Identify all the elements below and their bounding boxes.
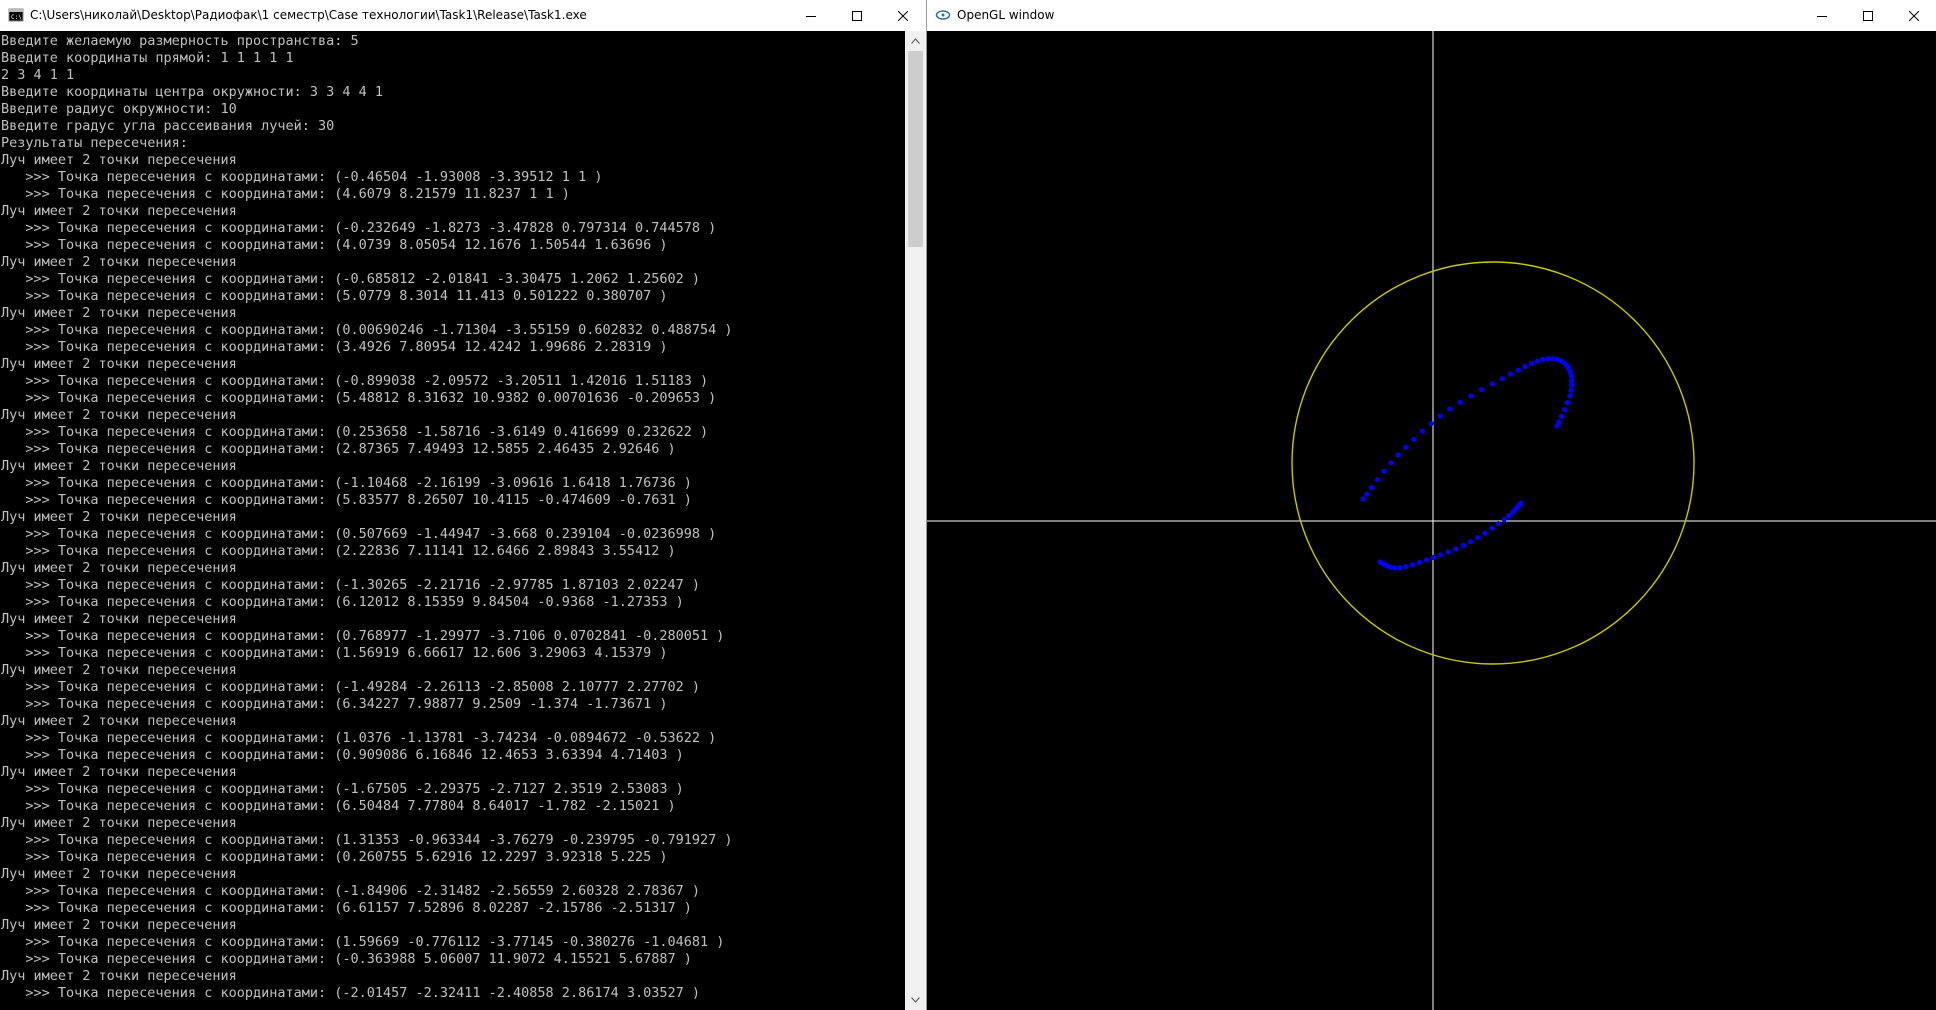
intersection-point xyxy=(1445,549,1451,555)
intersection-point xyxy=(1482,530,1488,536)
intersection-point xyxy=(1419,428,1425,434)
intersection-point xyxy=(1522,363,1528,370)
intersection-points xyxy=(1360,356,1575,571)
intersection-point xyxy=(1460,542,1466,548)
intersection-point xyxy=(1403,444,1409,450)
intersection-point xyxy=(1567,393,1573,399)
intersection-point xyxy=(1475,535,1481,541)
intersection-point xyxy=(1569,377,1575,383)
intersection-point xyxy=(1561,407,1568,413)
intersection-point xyxy=(1360,496,1366,502)
intersection-point xyxy=(1397,565,1403,571)
console-window: C:\ C:\Users\николай\Desktop\Радиофак\1 … xyxy=(0,0,926,1010)
intersection-point xyxy=(1489,525,1495,531)
intersection-point xyxy=(1438,552,1444,558)
console-title: C:\Users\николай\Desktop\Радиофак\1 семе… xyxy=(30,8,587,22)
intersection-point xyxy=(1545,356,1551,362)
intersection-point xyxy=(1554,423,1560,429)
intersection-point xyxy=(1515,367,1521,373)
intersection-point xyxy=(1392,565,1398,571)
intersection-point xyxy=(1368,485,1375,491)
intersection-point xyxy=(1457,399,1463,405)
opengl-window: OpenGL window xyxy=(926,0,1936,1010)
intersection-point xyxy=(1489,381,1495,387)
console-output-area[interactable]: Введите желаемую размерность пространств… xyxy=(0,31,905,1010)
intersection-point xyxy=(1428,420,1434,427)
opengl-maximize-button[interactable] xyxy=(1845,0,1891,31)
opengl-scene xyxy=(927,31,1936,1010)
console-close-button[interactable] xyxy=(880,0,926,31)
intersection-point xyxy=(1534,358,1540,364)
opengl-canvas[interactable] xyxy=(927,31,1936,1010)
maximize-icon xyxy=(852,10,862,21)
intersection-point xyxy=(1540,356,1546,362)
console-maximize-button[interactable] xyxy=(834,0,880,31)
intersection-point xyxy=(1411,436,1417,442)
opengl-close-button[interactable] xyxy=(1891,0,1936,31)
intersection-point xyxy=(1468,539,1474,545)
svg-text:C:\: C:\ xyxy=(11,14,22,21)
chevron-up-icon xyxy=(911,38,920,44)
scroll-down-button[interactable] xyxy=(905,990,926,1010)
console-minimize-button[interactable] xyxy=(788,0,834,31)
intersection-point xyxy=(1430,554,1436,561)
intersection-point xyxy=(1468,393,1474,399)
intersection-point xyxy=(1518,500,1524,506)
intersection-point xyxy=(1568,387,1574,393)
console-scrollbar[interactable] xyxy=(905,31,926,1010)
intersection-point xyxy=(1564,400,1570,406)
intersection-point xyxy=(1437,413,1443,419)
intersection-point xyxy=(1447,406,1453,412)
minimize-icon xyxy=(1817,15,1827,17)
intersection-point xyxy=(1569,382,1575,388)
intersection-point xyxy=(1381,468,1387,474)
intersection-point xyxy=(1495,521,1501,527)
intersection-point xyxy=(1528,360,1535,366)
intersection-point xyxy=(1374,477,1380,483)
maximize-icon xyxy=(1863,10,1873,21)
console-app-icon: C:\ xyxy=(8,8,24,22)
opengl-app-icon xyxy=(935,10,951,20)
intersection-point xyxy=(1479,387,1485,393)
close-icon xyxy=(1909,10,1919,21)
intersection-point xyxy=(1507,371,1514,377)
intersection-point xyxy=(1388,460,1394,466)
close-icon xyxy=(898,10,908,21)
scroll-thumb[interactable] xyxy=(908,51,923,247)
intersection-point xyxy=(1501,516,1507,522)
intersection-point xyxy=(1499,376,1505,382)
intersection-point xyxy=(1364,491,1370,497)
opengl-title: OpenGL window xyxy=(957,8,1055,22)
intersection-point xyxy=(1568,373,1574,379)
intersection-point xyxy=(1395,452,1401,458)
opengl-minimize-button[interactable] xyxy=(1799,0,1845,31)
chevron-down-icon xyxy=(911,997,920,1003)
console-output: Введите желаемую размерность пространств… xyxy=(1,33,733,1001)
intersection-point xyxy=(1453,546,1459,552)
intersection-point xyxy=(1416,559,1422,566)
minimize-icon xyxy=(806,15,816,17)
intersection-point xyxy=(1558,413,1564,419)
intersection-point xyxy=(1403,563,1409,570)
console-titlebar[interactable]: C:\ C:\Users\николай\Desktop\Радиофак\1 … xyxy=(0,0,926,31)
intersection-point xyxy=(1423,557,1429,563)
intersection-circle xyxy=(1291,261,1695,665)
intersection-point xyxy=(1409,562,1415,568)
opengl-titlebar[interactable]: OpenGL window xyxy=(927,0,1936,31)
scroll-up-button[interactable] xyxy=(905,31,926,51)
